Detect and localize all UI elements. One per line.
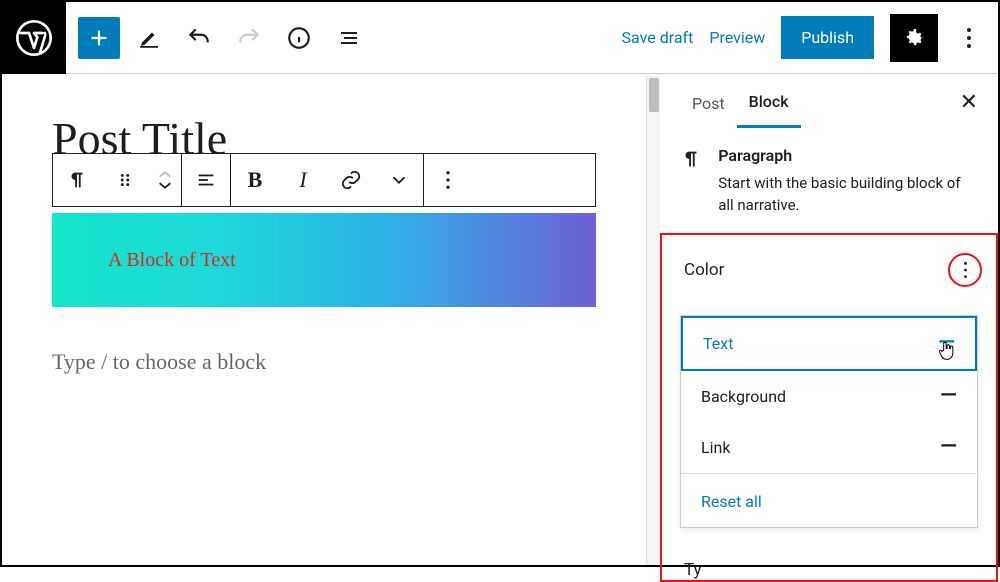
- settings-sidebar: Post Block ✕ Paragraph Start with the ba…: [660, 76, 998, 565]
- scrollbar[interactable]: [646, 76, 660, 565]
- toolbar-left: [78, 17, 370, 59]
- paragraph-block[interactable]: A Block of Text: [52, 213, 596, 307]
- color-option-link[interactable]: Link —: [681, 422, 977, 473]
- list-view-icon[interactable]: [328, 17, 370, 59]
- drag-handle-icon[interactable]: [101, 154, 149, 206]
- typography-panel-stub: Ty: [662, 542, 996, 580]
- save-draft-button[interactable]: Save draft: [622, 28, 694, 47]
- align-icon[interactable]: [182, 154, 230, 206]
- sidebar-tabs: Post Block ✕: [660, 76, 998, 128]
- color-option-label: Background: [701, 387, 786, 406]
- color-panel-highlight: Color Text — Background — Link: [660, 233, 998, 582]
- color-options-menu: Text — Background — Link — Reset all: [680, 315, 978, 528]
- color-option-text[interactable]: Text —: [681, 316, 977, 371]
- color-panel-title: Color: [684, 260, 724, 280]
- undo-icon[interactable]: [178, 17, 220, 59]
- more-options-icon[interactable]: [954, 14, 984, 62]
- link-icon[interactable]: [327, 154, 375, 206]
- paragraph-block-icon[interactable]: [53, 154, 101, 206]
- block-more-options-icon[interactable]: [424, 154, 472, 206]
- block-toolbar: B I: [52, 153, 596, 207]
- move-up-down[interactable]: [149, 170, 181, 190]
- more-formatting-chevron[interactable]: [375, 154, 423, 206]
- preview-button[interactable]: Preview: [709, 28, 765, 47]
- color-panel: Color: [662, 235, 996, 315]
- reset-all-button[interactable]: Reset all: [681, 473, 977, 527]
- edit-mode-icon[interactable]: [128, 17, 170, 59]
- settings-button[interactable]: [890, 14, 938, 62]
- color-option-label: Text: [703, 334, 733, 353]
- add-block-button[interactable]: [78, 17, 120, 59]
- block-name: Paragraph: [718, 146, 978, 165]
- paragraph-text: A Block of Text: [108, 249, 236, 272]
- bold-button[interactable]: B: [231, 154, 279, 206]
- color-option-background[interactable]: Background —: [681, 371, 977, 422]
- top-toolbar: Save draft Preview Publish: [2, 2, 998, 74]
- wordpress-logo[interactable]: [2, 2, 66, 74]
- redo-icon: [228, 17, 270, 59]
- color-options-menu-button[interactable]: [948, 253, 982, 287]
- main-area: Post Title B I: [2, 76, 998, 565]
- publish-button[interactable]: Publish: [781, 16, 874, 59]
- close-sidebar-icon[interactable]: ✕: [960, 90, 978, 115]
- toolbar-right: Save draft Preview Publish: [622, 14, 990, 62]
- tab-block[interactable]: Block: [737, 76, 801, 128]
- block-description: Start with the basic building block of a…: [718, 173, 978, 217]
- paragraph-icon: [680, 146, 702, 217]
- info-icon[interactable]: [278, 17, 320, 59]
- block-info: Paragraph Start with the basic building …: [660, 128, 998, 233]
- empty-block-placeholder[interactable]: Type / to choose a block: [52, 349, 596, 375]
- scrollbar-thumb[interactable]: [649, 78, 659, 112]
- italic-button[interactable]: I: [279, 154, 327, 206]
- tab-post[interactable]: Post: [680, 78, 737, 127]
- editor-canvas[interactable]: Post Title B I: [2, 76, 646, 565]
- color-option-label: Link: [701, 438, 730, 457]
